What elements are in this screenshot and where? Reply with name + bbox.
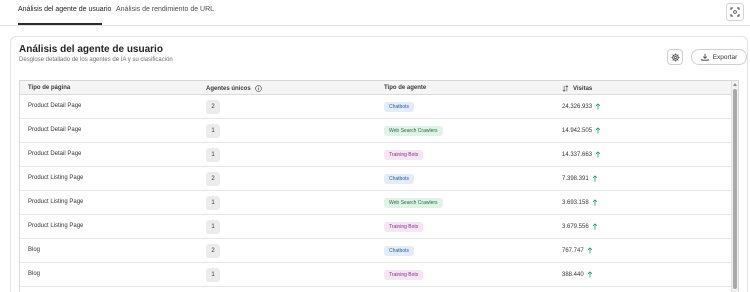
visits-value: 7.398.391 — [562, 175, 589, 182]
fullscreen-button[interactable] — [726, 3, 744, 21]
agent-type-tag: Web Search Crawlers — [384, 126, 443, 136]
arrow-up-icon — [587, 271, 592, 278]
scroll-thumb[interactable] — [733, 89, 737, 289]
unique-agents-badge: 1 — [206, 196, 220, 210]
page-type-cell: Product Listing Page — [28, 223, 84, 229]
visits-value: 3.693.158 — [562, 199, 589, 206]
unique-agents-badge: 2 — [206, 244, 220, 258]
table-row[interactable]: Product Listing Page 1 Web Search Crawlers… — [20, 191, 732, 215]
visits-cell: 388.440 — [562, 271, 593, 278]
card-title: Análisis del agente de usuario — [19, 44, 163, 55]
header-unique-agents[interactable]: Agentes únicos — [206, 85, 262, 92]
table-row[interactable]: Product Detail Page 1 Web Search Crawlers 1… — [20, 119, 732, 143]
table-header: Tipo de página Agentes únicos Tipo de ag… — [20, 81, 732, 95]
unique-agents-badge: 1 — [206, 268, 220, 282]
header-agent-type[interactable]: Tipo de agente — [384, 85, 426, 91]
visits-cell: 767.747 — [562, 247, 593, 254]
card-subtitle: Desglose detallado de los agentes de IA … — [19, 57, 173, 63]
table-row[interactable]: Product Listing Page 1 Training Bots 3.679.… — [20, 215, 732, 239]
visits-value: 3.679.556 — [562, 223, 589, 230]
page-type-cell: Product Detail Page — [28, 103, 82, 109]
arrow-up-icon — [595, 103, 601, 110]
visits-value: 14.942.505 — [562, 127, 593, 134]
settings-button[interactable] — [667, 49, 683, 65]
arrow-up-icon — [592, 223, 597, 230]
table-body: Product Detail Page 2 Chatbots 24.326.933 Pr… — [20, 95, 732, 287]
unique-agents-badge: 1 — [206, 124, 220, 138]
visits-value: 767.747 — [562, 247, 584, 254]
agent-type-tag: Chatbots — [384, 102, 415, 112]
agent-type-tag: Web Search Crawlers — [384, 198, 443, 208]
agent-type-tag: Training Bots — [384, 222, 424, 232]
table-row[interactable]: Blog 2 Chatbots 767.747 — [20, 239, 732, 263]
visits-cell: 3.693.158 — [562, 199, 598, 206]
tab-url-performance-analysis[interactable]: Análisis de rendimiento de URL — [116, 6, 214, 13]
agent-type-tag: Chatbots — [384, 174, 415, 184]
visits-cell: 3.679.556 — [562, 223, 598, 230]
active-tab-indicator — [18, 23, 102, 25]
arrow-up-icon — [595, 151, 601, 158]
visits-value: 14.337.663 — [562, 151, 593, 158]
visits-cell: 24.326.933 — [562, 103, 601, 110]
agent-type-tag: Training Bots — [384, 150, 424, 160]
page-type-cell: Product Listing Page — [28, 199, 84, 205]
tab-bar: Análisis del agente de usuario Análisis … — [0, 0, 750, 26]
info-icon[interactable] — [254, 85, 262, 92]
unique-agents-badge: 2 — [206, 172, 220, 186]
scroll-up-arrow[interactable] — [733, 83, 737, 86]
visits-cell: 14.337.663 — [562, 151, 601, 158]
arrow-up-icon — [587, 247, 592, 254]
page-type-cell: Blog — [28, 247, 41, 253]
table-row[interactable]: Product Detail Page 2 Chatbots 24.326.933 — [20, 95, 732, 119]
arrow-up-icon — [592, 175, 597, 182]
export-label: Exportar — [712, 53, 738, 61]
visits-value: 24.326.933 — [562, 103, 593, 110]
page-type-cell: Product Detail Page — [28, 151, 82, 157]
user-agent-analysis-card: Análisis del agente de usuario Desglose … — [10, 36, 748, 292]
visits-cell: 7.398.391 — [562, 175, 598, 182]
fullscreen-icon — [730, 7, 740, 17]
export-button[interactable]: Exportar — [691, 49, 747, 65]
download-icon — [701, 53, 709, 61]
page-type-cell: Product Listing Page — [28, 175, 84, 181]
unique-agents-badge: 1 — [206, 220, 220, 234]
agent-type-tag: Training Bots — [384, 270, 424, 280]
page-type-cell: Product Detail Page — [28, 127, 82, 133]
table-row[interactable]: Blog 1 Training Bots 388.440 — [20, 263, 732, 287]
table-row[interactable]: Product Detail Page 1 Training Bots 14.337.… — [20, 143, 732, 167]
unique-agents-badge: 2 — [206, 100, 220, 114]
arrow-up-icon — [592, 199, 597, 206]
page-type-cell: Blog — [28, 271, 41, 277]
user-agent-table: Tipo de página Agentes únicos Tipo de ag… — [19, 80, 739, 292]
sort-icon — [562, 85, 569, 92]
visits-cell: 14.942.505 — [562, 127, 601, 134]
gear-icon — [670, 52, 680, 62]
header-page-type[interactable]: Tipo de página — [28, 85, 70, 91]
table-scrollbar[interactable] — [731, 81, 738, 292]
unique-agents-badge: 1 — [206, 148, 220, 162]
table-row[interactable]: Product Listing Page 2 Chatbots 7.398.391 — [20, 167, 732, 191]
arrow-up-icon — [595, 127, 601, 134]
tab-user-agent-analysis[interactable]: Análisis del agente de usuario — [18, 6, 111, 13]
visits-value: 388.440 — [562, 271, 584, 278]
agent-type-tag: Chatbots — [384, 246, 415, 256]
header-visits[interactable]: Visitas — [562, 85, 592, 92]
